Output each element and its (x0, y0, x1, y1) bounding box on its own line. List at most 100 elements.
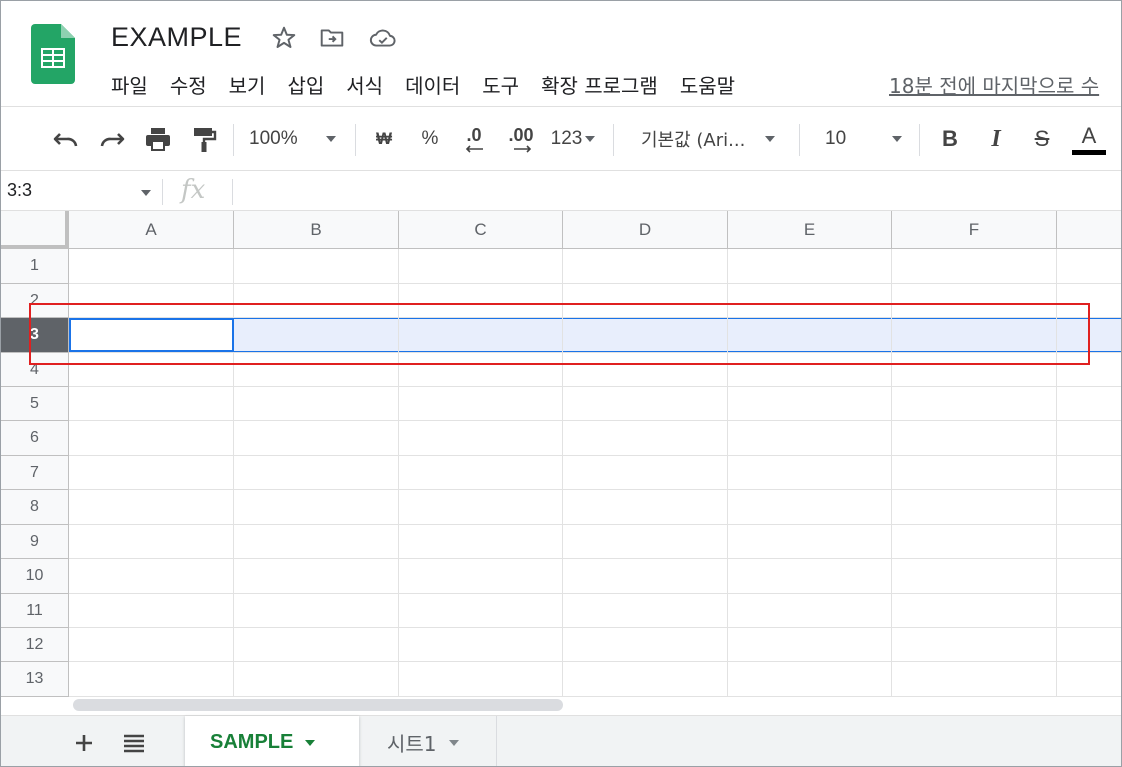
bold-button[interactable]: B (935, 107, 965, 171)
row-header-11[interactable]: 11 (1, 594, 69, 628)
sheet-tab-sample[interactable]: SAMPLE (185, 716, 359, 766)
toolbar-divider (233, 124, 234, 156)
toolbar-divider (799, 124, 800, 156)
menu-tools[interactable]: 도구 (482, 70, 519, 98)
menu-insert[interactable]: 삽입 (287, 70, 324, 98)
chevron-down-icon (448, 739, 459, 746)
zoom-select[interactable]: 100% (249, 107, 345, 171)
row-header-7[interactable]: 7 (1, 456, 69, 490)
print-icon[interactable] (141, 107, 175, 171)
italic-button[interactable]: I (981, 107, 1011, 171)
menu-file[interactable]: 파일 (111, 70, 148, 98)
cloud-saved-icon[interactable] (369, 25, 396, 51)
row-header-1[interactable]: 1 (1, 249, 69, 284)
text-color-button[interactable]: A (1071, 107, 1107, 171)
column-header-a[interactable]: A (69, 211, 234, 249)
percent-format-button[interactable]: % (415, 107, 445, 171)
sheet-tab-sheet1[interactable]: 시트1 (359, 716, 497, 766)
grid-line (69, 455, 1121, 456)
grid-line (69, 524, 1121, 525)
zoom-value: 100% (249, 128, 298, 149)
plus-icon (76, 735, 92, 751)
add-sheet-button[interactable] (69, 728, 99, 758)
redo-icon[interactable] (95, 107, 129, 171)
grid-line (69, 283, 1121, 284)
menu-help[interactable]: 도움말 (680, 70, 735, 98)
sheet-tab-bar: SAMPLE 시트1 (1, 715, 1121, 766)
row-header-12[interactable]: 12 (1, 628, 69, 662)
formula-bar: 3:3 fx (1, 172, 1121, 211)
chevron-down-icon (305, 739, 316, 746)
spreadsheet-window: EXAMPLE 파일 수정 보기 삽입 서식 데이터 도구 확장 프로그램 도움… (0, 0, 1122, 767)
formula-input[interactable] (241, 178, 1111, 206)
toolbar-divider (613, 124, 614, 156)
row-header-9[interactable]: 9 (1, 525, 69, 559)
row-header-4[interactable]: 4 (1, 353, 69, 387)
grid-line (69, 420, 1121, 421)
decrease-decimal-button[interactable]: .0 (457, 107, 491, 171)
formula-divider (162, 179, 163, 205)
column-header-c[interactable]: C (399, 211, 563, 249)
grid-line (69, 627, 1121, 628)
font-size-select[interactable]: 10 (825, 107, 909, 171)
strikethrough-button[interactable]: S (1027, 107, 1057, 171)
grid-line (69, 661, 1121, 662)
arrow-right-icon (514, 145, 532, 153)
star-icon[interactable] (271, 25, 297, 51)
column-header-e[interactable]: E (728, 211, 892, 249)
chevron-down-icon[interactable] (141, 190, 151, 196)
grid-line (69, 489, 1121, 490)
sheet-tab-label: SAMPLE (210, 731, 294, 753)
row-header-10[interactable]: 10 (1, 559, 69, 594)
column-header-b[interactable]: B (234, 211, 399, 249)
move-to-folder-icon[interactable] (319, 25, 345, 51)
arrow-left-icon (465, 145, 483, 153)
currency-format-button[interactable]: ₩ (369, 107, 399, 171)
scrollbar-thumb[interactable] (73, 699, 563, 711)
column-header-d[interactable]: D (563, 211, 728, 249)
formula-divider (232, 179, 233, 205)
chevron-down-icon (892, 136, 903, 142)
document-title[interactable]: EXAMPLE (111, 22, 242, 53)
column-header-f[interactable]: F (892, 211, 1057, 249)
row-header-5[interactable]: 5 (1, 387, 69, 421)
paint-format-icon[interactable] (187, 107, 221, 171)
sheets-logo-icon[interactable] (31, 24, 75, 84)
menu-edit[interactable]: 수정 (170, 70, 207, 98)
sheet-grid: A B C D E F 1 2 3 4 5 6 7 8 9 10 11 12 1… (1, 211, 1121, 697)
toolbar-divider (355, 124, 356, 156)
increase-decimal-button[interactable]: .00 (501, 107, 541, 171)
grid-line (69, 593, 1121, 594)
column-header-g[interactable] (1057, 211, 1121, 249)
menu-format[interactable]: 서식 (346, 70, 383, 98)
menu-bar: 파일 수정 보기 삽입 서식 데이터 도구 확장 프로그램 도움말 (111, 70, 757, 98)
chevron-down-icon (585, 136, 596, 142)
row-header-8[interactable]: 8 (1, 490, 69, 525)
app-header: EXAMPLE 파일 수정 보기 삽입 서식 데이터 도구 확장 프로그램 도움… (1, 1, 1121, 107)
row-header-13[interactable]: 13 (1, 662, 69, 697)
sheet-tab-label: 시트1 (387, 732, 437, 756)
row-header-3[interactable]: 3 (1, 318, 69, 353)
menu-view[interactable]: 보기 (229, 70, 266, 98)
active-cell[interactable] (69, 318, 234, 352)
list-icon (124, 734, 144, 753)
undo-icon[interactable] (49, 107, 83, 171)
menu-data[interactable]: 데이터 (405, 70, 460, 98)
more-formats-select[interactable]: 123 (547, 107, 599, 171)
toolbar-divider (919, 124, 920, 156)
last-edit-link[interactable]: 18분 전에 마지막으로 수 (889, 70, 1099, 99)
grid-line (69, 352, 1121, 353)
row-header-6[interactable]: 6 (1, 421, 69, 456)
toolbar: 100% ₩ % .0 .00 123 기본값 (Ari... 10 B I S… (1, 107, 1121, 171)
all-sheets-button[interactable] (119, 728, 149, 758)
font-family-select[interactable]: 기본값 (Ari... (641, 107, 787, 171)
grid-line (69, 558, 1121, 559)
chevron-down-icon (325, 136, 336, 142)
select-all-corner[interactable] (1, 211, 69, 249)
grid-line (69, 386, 1121, 387)
menu-extensions[interactable]: 확장 프로그램 (541, 70, 658, 98)
chevron-down-icon (765, 136, 776, 142)
text-color-swatch (1072, 149, 1106, 155)
name-box[interactable]: 3:3 (7, 180, 32, 201)
row-header-2[interactable]: 2 (1, 284, 69, 318)
